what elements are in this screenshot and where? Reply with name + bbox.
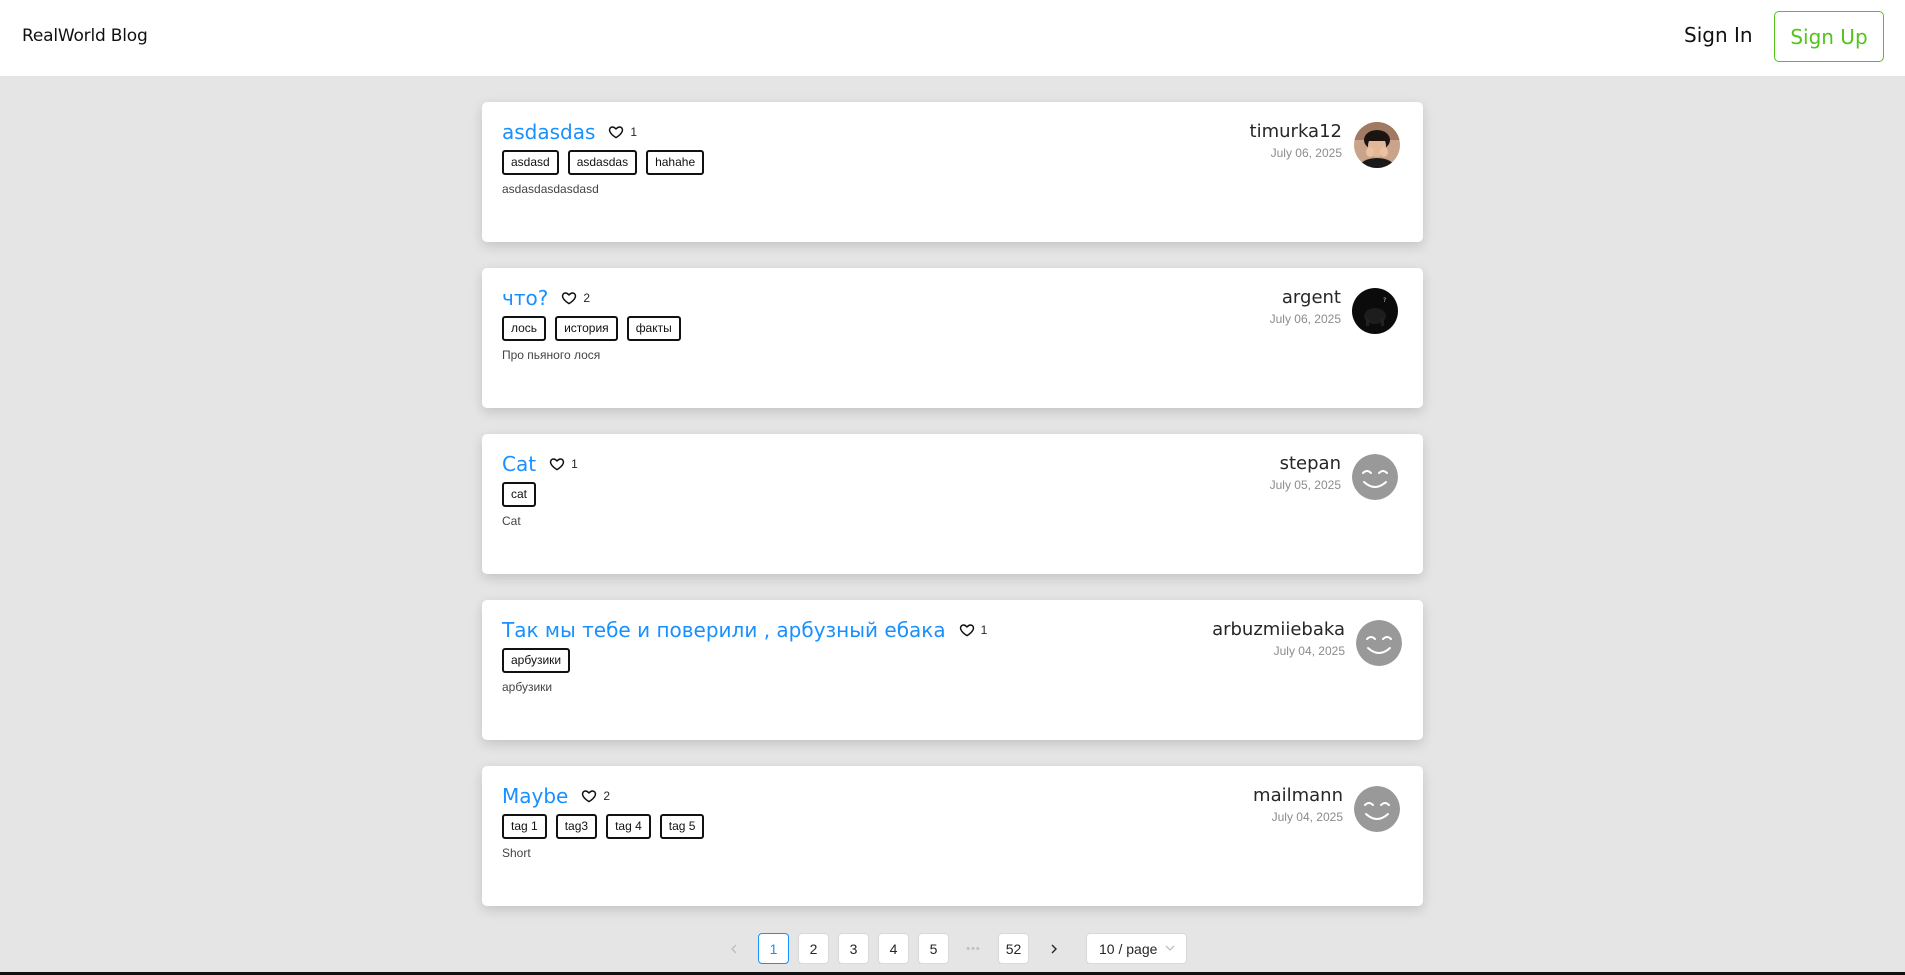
pagination: 1 2 3 4 5 ••• 52 10 / page [0,933,1905,965]
tag[interactable]: tag 4 [606,814,651,839]
article-card: Так мы тебе и поверили , арбузный ебака … [482,600,1423,740]
smiley-avatar-icon [1352,454,1398,500]
article-title[interactable]: что? [502,286,548,310]
smiley-avatar-icon [1354,786,1400,832]
like-button[interactable]: 1 [549,456,578,472]
header: RealWorld Blog Sign In Sign Up [0,0,1905,76]
tag[interactable]: asdasd [502,150,559,175]
page-1-button[interactable]: 1 [758,933,789,964]
page-5-button[interactable]: 5 [918,933,949,964]
article-date: July 04, 2025 [1273,644,1345,658]
author-name[interactable]: stepan [1270,453,1341,474]
article-date: July 04, 2025 [1271,810,1343,824]
avatar[interactable] [1354,122,1400,168]
jump-next-ellipsis[interactable]: ••• [958,933,989,964]
heart-icon [609,126,624,139]
author-name[interactable]: mailmann [1253,785,1343,806]
chevron-right-icon [1051,944,1057,953]
page-size-select[interactable]: 10 / page [1086,933,1187,964]
heart-icon [562,292,577,305]
tag-list: лось история факты [502,316,690,341]
tag[interactable]: факты [626,316,681,341]
heart-icon [582,790,597,803]
tag[interactable]: tag 5 [659,814,705,839]
avatar[interactable]: ? [1352,288,1398,334]
page-3-button[interactable]: 3 [838,933,869,964]
prev-page-button[interactable] [718,933,749,964]
article-date: July 06, 2025 [1269,312,1341,326]
tag[interactable]: арбузики [502,648,571,673]
next-page-button[interactable] [1038,933,1069,964]
site-logo[interactable]: RealWorld Blog [22,26,148,46]
article-title[interactable]: Cat [502,452,536,476]
tag[interactable]: cat [502,482,537,507]
author-info: timurka12 July 06, 2025 [1250,121,1342,160]
tag[interactable]: tag 1 [502,814,547,839]
like-button[interactable]: 2 [581,788,610,804]
like-count: 2 [583,291,591,305]
page-size-value: 10 / page [1099,940,1158,957]
heart-icon [549,458,565,471]
smiley-avatar-icon [1356,620,1402,666]
article-card: Maybe 2 tag 1 tag3 tag 4 tag 5 Short mai… [482,766,1423,906]
tag[interactable]: hahahe [646,150,705,175]
article-card: asdasdas 1 asdasd asdasdas hahahe asdasd… [482,102,1423,242]
author-name[interactable]: timurka12 [1250,121,1342,142]
user-photo-icon [1354,122,1400,168]
author-name[interactable]: argent [1270,287,1341,308]
heart-icon [959,624,974,637]
svg-text:?: ? [1383,297,1386,304]
author-info: argent July 06, 2025 [1270,287,1341,326]
author-info: arbuzmiiebaka July 04, 2025 [1212,619,1345,658]
like-button[interactable]: 2 [561,290,590,306]
author-info: mailmann July 04, 2025 [1253,785,1343,824]
chevron-left-icon [730,944,736,953]
article-title[interactable]: asdasdas [502,120,595,144]
like-count: 1 [980,623,988,637]
tag-list: cat [502,482,578,507]
article-description: Про пьяного лося [502,348,601,362]
author-info: stepan July 05, 2025 [1270,453,1341,492]
page-4-button[interactable]: 4 [878,933,909,964]
tag-list: asdasd asdasdas hahahe [502,150,713,175]
article-description: Short [502,846,531,860]
tag[interactable]: лось [502,316,547,341]
tag[interactable]: asdasdas [567,150,638,175]
like-count: 1 [630,125,638,139]
tag-list: tag 1 tag3 tag 4 tag 5 [502,814,713,839]
article-description: арбузики [502,680,553,694]
author-name[interactable]: arbuzmiiebaka [1212,619,1345,640]
article-title[interactable]: Maybe [502,784,568,808]
article-date: July 06, 2025 [1270,146,1342,160]
sign-up-button[interactable]: Sign Up [1774,11,1884,62]
article-description: asdasdasdasdasd [502,182,599,196]
article-title[interactable]: Так мы тебе и поверили , арбузный ебака [502,618,946,642]
like-button[interactable]: 1 [608,124,637,140]
avatar[interactable] [1354,786,1400,832]
tag[interactable]: история [555,316,618,341]
page-last-button[interactable]: 52 [998,933,1029,964]
tag-list: арбузики [502,648,987,673]
avatar[interactable] [1352,454,1398,500]
article-card: что? 2 лось история факты Про пьяного ло… [482,268,1423,408]
article-card: Cat 1 cat Cat stepan July 05, 2025 [482,434,1423,574]
user-photo-icon: ? [1352,288,1398,334]
like-count: 1 [571,457,578,471]
like-count: 2 [603,789,611,803]
article-date: July 05, 2025 [1269,478,1341,492]
page-2-button[interactable]: 2 [798,933,829,964]
sign-in-link[interactable]: Sign In [1684,23,1753,47]
tag[interactable]: tag3 [555,814,598,839]
like-button[interactable]: 1 [959,622,988,638]
avatar[interactable] [1356,620,1402,666]
chevron-down-icon [1165,945,1175,951]
article-description: Cat [502,514,521,528]
